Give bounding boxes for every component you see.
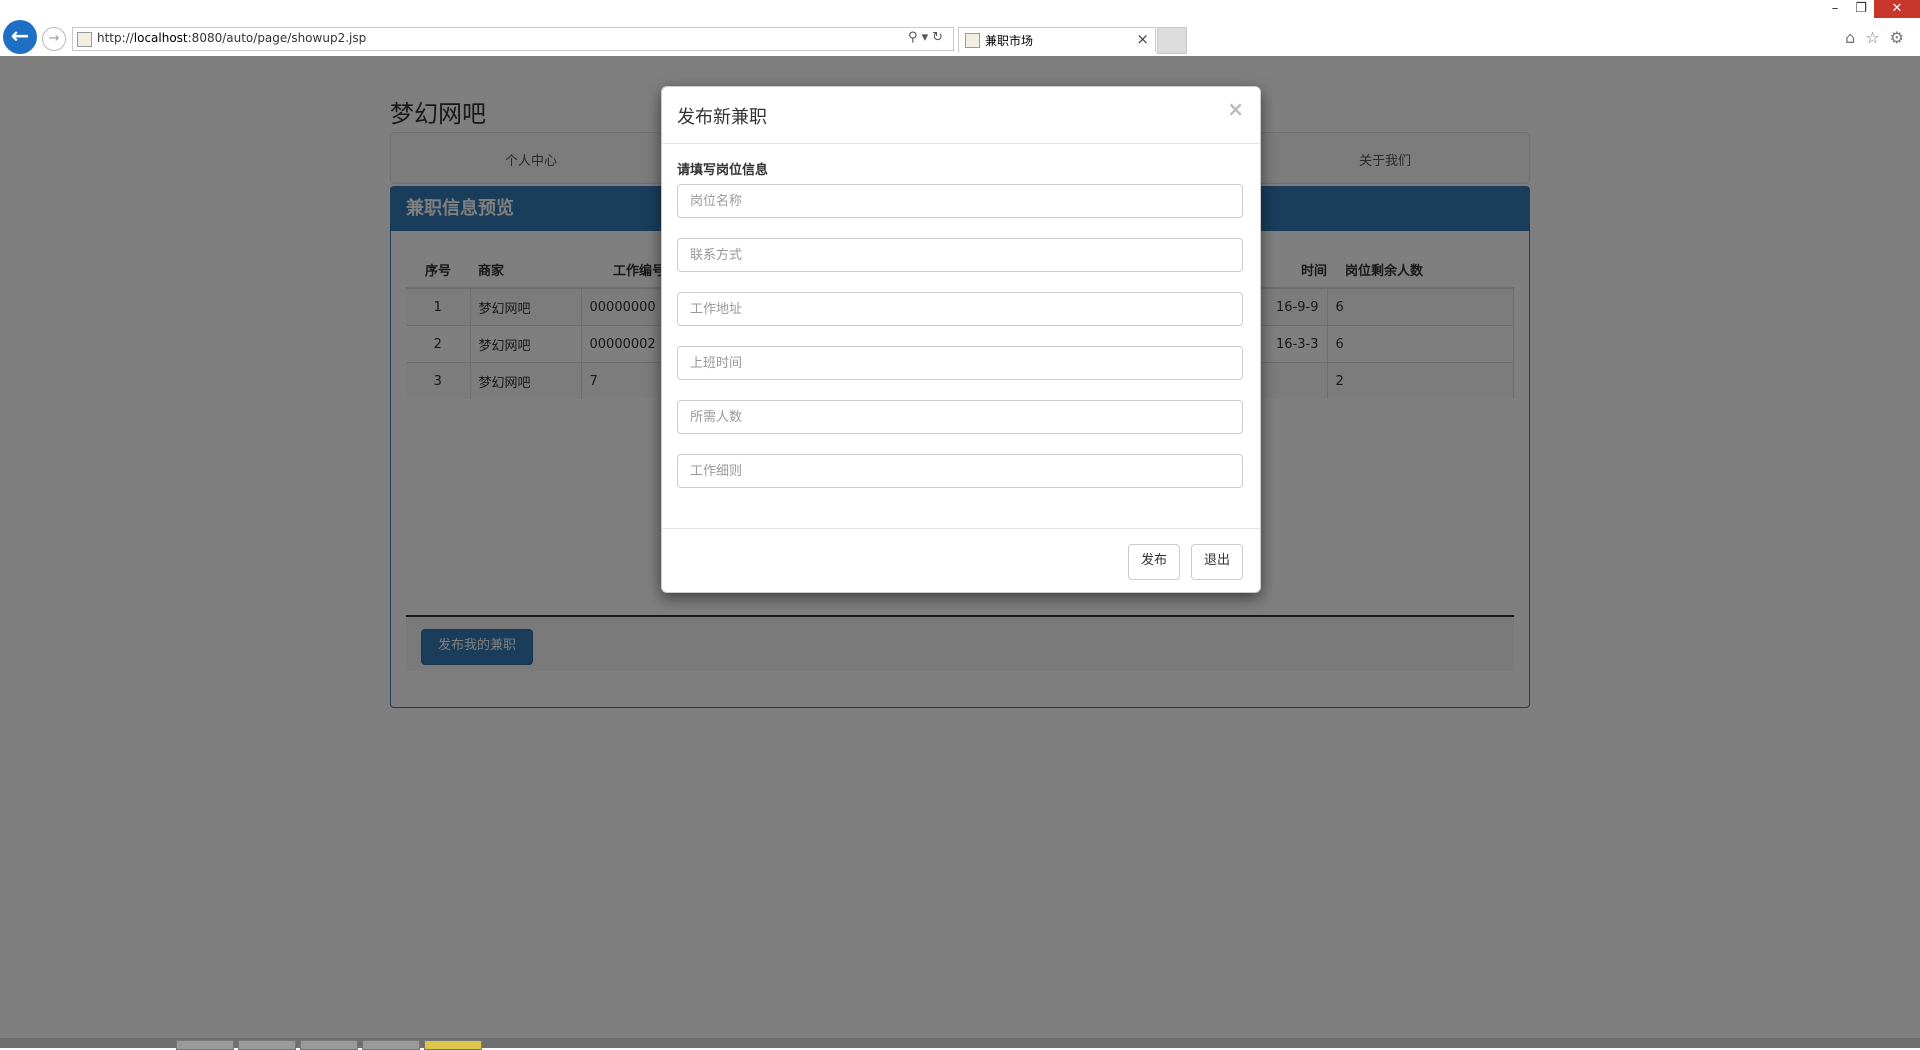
tab-close-icon[interactable]: × [1136, 30, 1149, 48]
modal-title: 发布新兼职 [677, 107, 767, 128]
modal-header: 发布新兼职 × [662, 87, 1260, 144]
modal-footer: 发布 退出 [662, 528, 1260, 593]
new-tab-button[interactable] [1157, 27, 1187, 54]
form-label: 请填写岗位信息 [677, 163, 769, 178]
exit-button[interactable]: 退出 [1191, 544, 1244, 580]
modal-close-icon[interactable]: × [1227, 97, 1244, 121]
back-arrow-icon[interactable]: ← [3, 20, 37, 54]
address-bar[interactable]: http://localhost:8080/auto/page/showup2.… [72, 27, 954, 51]
address-url[interactable]: http://localhost:8080/auto/page/showup2.… [97, 31, 366, 45]
settings-gear-icon[interactable]: ⚙ [1890, 28, 1914, 47]
dropdown-icon[interactable]: ▾ [922, 30, 933, 45]
forward-arrow-icon[interactable]: → [42, 27, 66, 51]
minimize-icon[interactable]: – [1822, 0, 1848, 18]
headcount-input[interactable] [677, 400, 1243, 434]
home-icon[interactable]: ⌂ [1845, 28, 1865, 47]
tab-title: 兼职市场 [985, 34, 1034, 48]
publish-button[interactable]: 发布 [1128, 544, 1181, 580]
contact-input[interactable] [677, 238, 1243, 272]
page-icon [77, 32, 92, 47]
browser-chrome: ← → http://localhost:8080/auto/page/show… [0, 0, 1920, 57]
taskbar-item[interactable] [238, 1040, 296, 1050]
browser-tools: ⌂☆⚙ [1845, 28, 1914, 47]
refresh-icon[interactable]: ↻ [932, 30, 947, 45]
address-actions: ⚲▾↻ [908, 30, 947, 45]
restore-icon[interactable]: ❐ [1848, 0, 1874, 18]
browser-tab[interactable]: 兼职市场 × [958, 27, 1156, 52]
window-close-icon[interactable]: ✕ [1874, 0, 1920, 18]
work-time-input[interactable] [677, 346, 1243, 380]
taskbar-item[interactable] [176, 1040, 234, 1050]
taskbar-item[interactable] [300, 1040, 358, 1050]
modal-body: 请填写岗位信息 [662, 144, 1260, 529]
position-name-input[interactable] [677, 184, 1243, 218]
taskbar-item-active[interactable] [424, 1040, 482, 1050]
taskbar-item[interactable] [362, 1040, 420, 1050]
search-icon[interactable]: ⚲ [908, 30, 922, 45]
taskbar [0, 1038, 1920, 1050]
publish-job-modal: 发布新兼职 × 请填写岗位信息 发布 退出 [661, 86, 1261, 593]
window-controls: – ❐ ✕ [1822, 0, 1920, 20]
tab-page-icon [965, 33, 980, 48]
work-details-input[interactable] [677, 454, 1243, 488]
work-address-input[interactable] [677, 292, 1243, 326]
favorites-star-icon[interactable]: ☆ [1865, 28, 1889, 47]
